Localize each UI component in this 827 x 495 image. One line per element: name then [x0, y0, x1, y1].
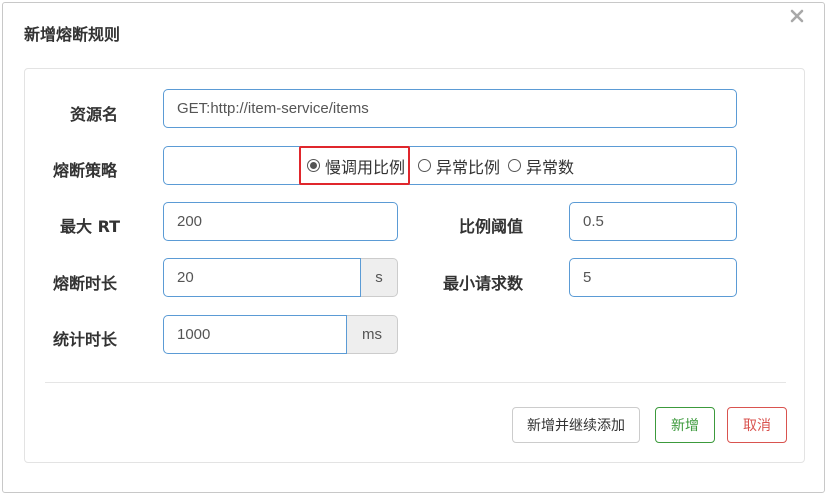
stat-duration-label: 统计时长 — [53, 330, 118, 349]
strategy-label: 熔断策略 — [53, 161, 118, 180]
dialog-title: 新增熔断规则 — [24, 25, 121, 44]
ratio-threshold-input[interactable]: 0.5 — [569, 202, 737, 241]
strategy-option-label: 慢调用比例 — [325, 157, 406, 177]
radio-unchecked-icon — [508, 159, 522, 172]
break-duration-label: 熔断时长 — [53, 274, 118, 293]
stat-duration-unit: ms — [347, 315, 398, 354]
max-rt-label: 最大 RT — [60, 217, 121, 236]
strategy-radio-group: 慢调用比例 异常比例 异常数 — [299, 146, 574, 185]
max-rt-input[interactable]: 200 — [163, 202, 398, 241]
cancel-button[interactable]: 取消 — [727, 407, 787, 443]
add-circuit-breaker-dialog: 新增熔断规则 资源名 GET:http://item-service/items… — [2, 2, 825, 493]
min-requests-input[interactable]: 5 — [569, 258, 737, 297]
strategy-option-label: 异常比例 — [436, 157, 501, 177]
resource-name-label: 资源名 — [70, 105, 119, 124]
break-duration-unit: s — [361, 258, 398, 297]
min-requests-label: 最小请求数 — [443, 274, 524, 293]
strategy-option-slow-ratio[interactable]: 慢调用比例 — [299, 146, 411, 185]
divider — [45, 382, 786, 383]
ratio-threshold-label: 比例阈值 — [459, 217, 524, 236]
add-button[interactable]: 新增 — [655, 407, 715, 443]
form-panel: 资源名 GET:http://item-service/items 熔断策略 慢… — [24, 68, 805, 463]
strategy-option-label: 异常数 — [526, 157, 575, 177]
break-duration-input[interactable]: 20 — [163, 258, 361, 297]
add-and-continue-button[interactable]: 新增并继续添加 — [512, 407, 640, 443]
radio-unchecked-icon — [418, 159, 432, 172]
radio-checked-icon — [307, 159, 320, 172]
stat-duration-input[interactable]: 1000 — [163, 315, 347, 354]
resource-name-input[interactable]: GET:http://item-service/items — [163, 89, 737, 128]
strategy-option-exception-ratio[interactable]: 异常比例 — [418, 154, 500, 178]
strategy-option-exception-count[interactable]: 异常数 — [508, 154, 574, 178]
close-icon[interactable] — [788, 7, 806, 25]
